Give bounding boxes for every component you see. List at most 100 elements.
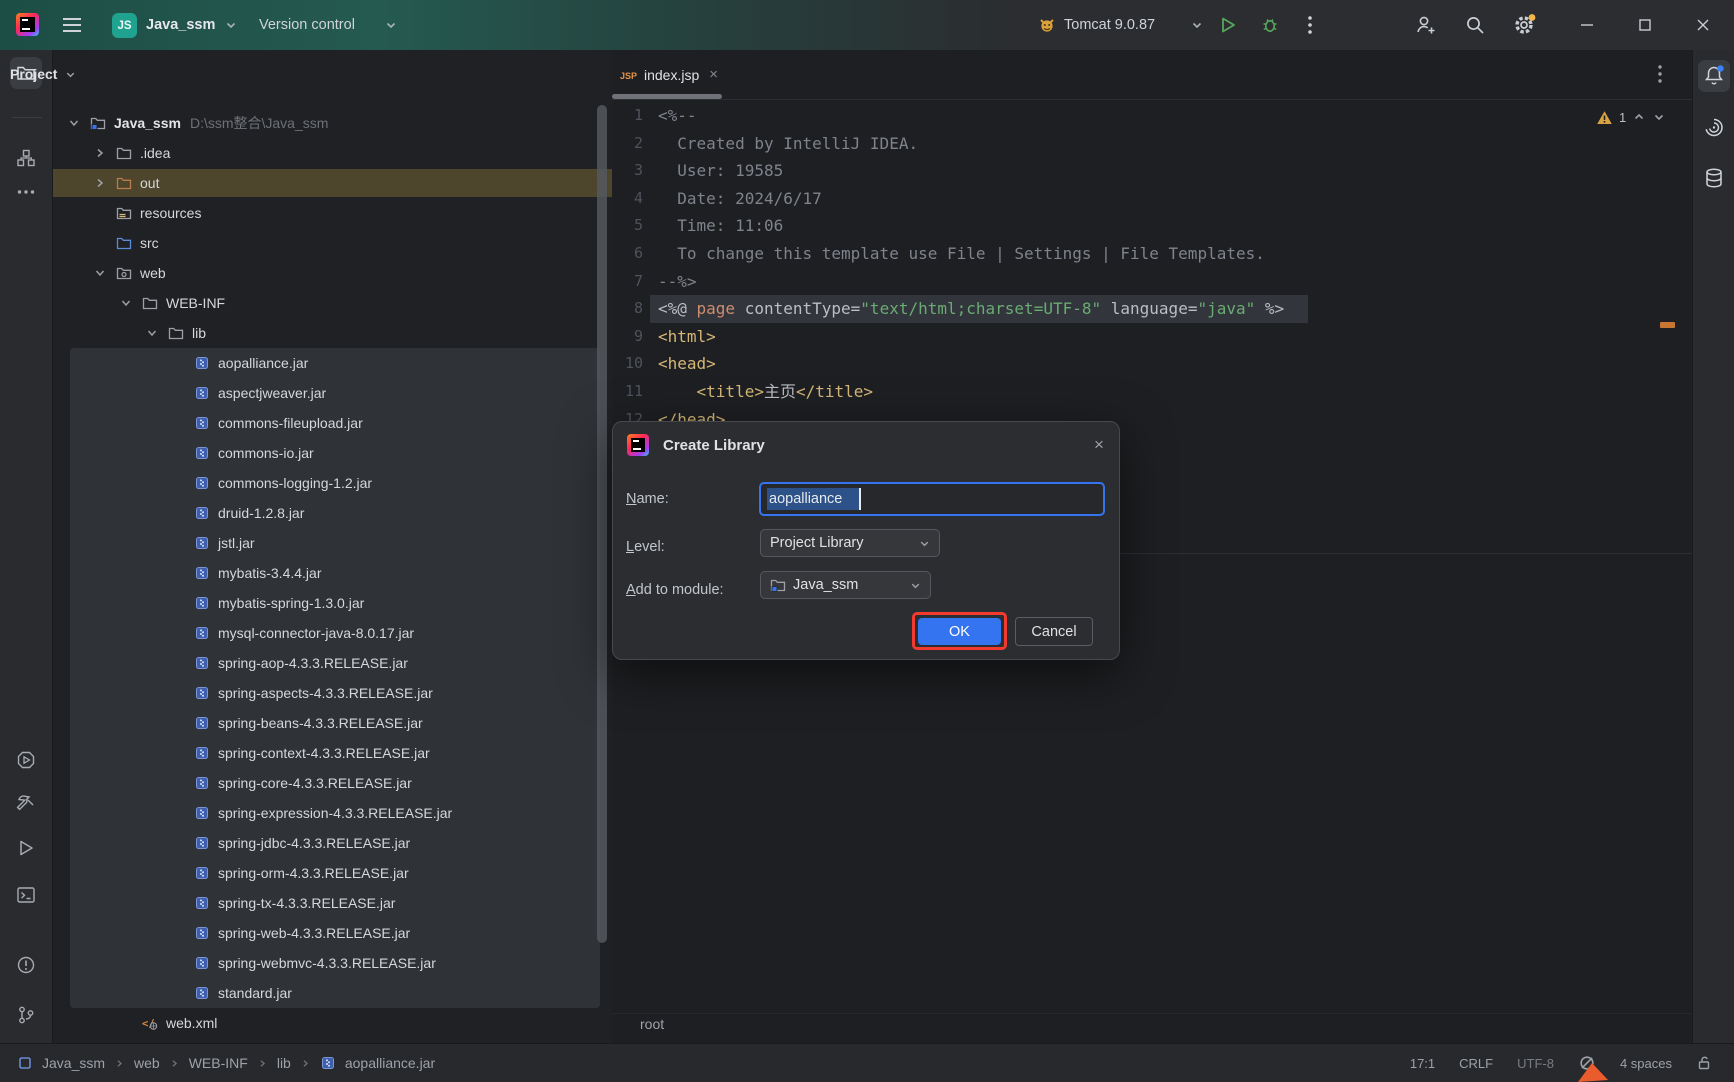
code-line-4[interactable]: Date: 2024/6/17 <box>658 185 822 213</box>
project-widget[interactable]: Java_ssm <box>146 0 215 50</box>
tree-row-spring-webmvc-4.3.3.RELEASE.jar[interactable]: spring-webmvc-4.3.3.RELEASE.jar <box>53 948 612 978</box>
tree-row-spring-aop-4.3.3.RELEASE.jar[interactable]: spring-aop-4.3.3.RELEASE.jar <box>53 648 612 678</box>
vcs-widget[interactable]: Version control <box>259 0 355 50</box>
status-breadcrumb-item[interactable]: Java_ssm <box>42 1055 105 1071</box>
tree-row-web.xml[interactable]: </web.xml <box>53 1008 612 1038</box>
maximize-button[interactable] <box>1622 0 1668 50</box>
tree-chevron-right-icon[interactable] <box>92 175 108 191</box>
tree-row-web[interactable]: web <box>53 258 612 288</box>
ai-tool-button[interactable] <box>1698 112 1730 144</box>
main-menu-button[interactable] <box>62 0 82 50</box>
tree-row-src[interactable]: src <box>53 228 612 258</box>
breadcrumb-root[interactable]: root <box>640 1016 664 1032</box>
module-dropdown[interactable]: Java_ssm <box>760 571 931 599</box>
caret-position-widget[interactable]: 17:1 <box>1410 1056 1435 1071</box>
tab-index-jsp[interactable]: JSP index.jsp × <box>612 50 726 99</box>
tree-row-.idea[interactable]: .idea <box>53 138 612 168</box>
code-line-9[interactable]: <html> <box>658 323 716 351</box>
tree-row-spring-beans-4.3.3.RELEASE.jar[interactable]: spring-beans-4.3.3.RELEASE.jar <box>53 708 612 738</box>
error-stripe-warning-mark[interactable] <box>1660 322 1675 328</box>
tree-row-commons-io.jar[interactable]: commons-io.jar <box>53 438 612 468</box>
tree-row-mybatis-3.4.4.jar[interactable]: mybatis-3.4.4.jar <box>53 558 612 588</box>
tree-row-spring-jdbc-4.3.3.RELEASE.jar[interactable]: spring-jdbc-4.3.3.RELEASE.jar <box>53 828 612 858</box>
settings-button[interactable] <box>1512 0 1536 50</box>
tree-row-spring-context-4.3.3.RELEASE.jar[interactable]: spring-context-4.3.3.RELEASE.jar <box>53 738 612 768</box>
git-tool-button[interactable] <box>10 999 42 1031</box>
search-everywhere-button[interactable] <box>1464 0 1486 50</box>
debug-button[interactable] <box>1260 0 1280 50</box>
tree-row-spring-tx-4.3.3.RELEASE.jar[interactable]: spring-tx-4.3.3.RELEASE.jar <box>53 888 612 918</box>
tree-row-spring-orm-4.3.3.RELEASE.jar[interactable]: spring-orm-4.3.3.RELEASE.jar <box>53 858 612 888</box>
status-breadcrumb-item[interactable]: WEB-INF <box>189 1055 248 1071</box>
problems-tool-button[interactable] <box>10 949 42 981</box>
tree-row-WEB-INF[interactable]: WEB-INF <box>53 288 612 318</box>
tree-row-spring-expression-4.3.3.RELEASE.jar[interactable]: spring-expression-4.3.3.RELEASE.jar <box>53 798 612 828</box>
code-line-3[interactable]: User: 19585 <box>658 157 783 185</box>
run-button[interactable] <box>1218 0 1238 50</box>
tab-close-icon[interactable]: × <box>709 66 718 83</box>
project-scrollbar-thumb[interactable] <box>597 105 607 943</box>
project-panel-header[interactable]: Project <box>10 53 77 95</box>
editor-options-button[interactable] <box>1648 60 1672 88</box>
indent-widget[interactable]: 4 spaces <box>1620 1056 1672 1071</box>
tree-row-spring-core-4.3.3.RELEASE.jar[interactable]: spring-core-4.3.3.RELEASE.jar <box>53 768 612 798</box>
status-breadcrumb-item[interactable]: web <box>134 1055 160 1071</box>
tree-row-lib[interactable]: lib <box>53 318 612 348</box>
unlock-icon[interactable] <box>1696 1054 1712 1072</box>
terminal-tool-button[interactable] <box>10 879 42 911</box>
tree-row-out[interactable]: out <box>53 168 612 198</box>
tree-row-druid-1.2.8.jar[interactable]: druid-1.2.8.jar <box>53 498 612 528</box>
code-line-11[interactable]: <title>主页</title> <box>658 378 873 406</box>
tree-row-standard.jar[interactable]: standard.jar <box>53 978 612 1008</box>
build-tool-button[interactable] <box>10 787 42 819</box>
code-line-10[interactable]: <head> <box>658 350 716 378</box>
library-name-input[interactable]: aopalliance <box>759 482 1105 516</box>
services-tool-button[interactable] <box>10 744 42 776</box>
code-line-5[interactable]: Time: 11:06 <box>658 212 783 240</box>
encoding-widget[interactable]: UTF-8 <box>1517 1056 1554 1071</box>
tree-row-jstl.jar[interactable]: jstl.jar <box>53 528 612 558</box>
code-line-1[interactable]: <%-- <box>658 102 697 130</box>
status-breadcrumb-item[interactable]: lib <box>277 1055 291 1071</box>
tree-chevron-down-icon[interactable] <box>118 295 134 311</box>
bell-tool-button[interactable] <box>1698 60 1730 92</box>
tree-row-spring-aspects-4.3.3.RELEASE.jar[interactable]: spring-aspects-4.3.3.RELEASE.jar <box>53 678 612 708</box>
more-actions-button[interactable] <box>1308 0 1312 50</box>
code-line-8[interactable]: <%@ page contentType="text/html;charset=… <box>658 295 1284 323</box>
tree-row-commons-logging-1.2.jar[interactable]: commons-logging-1.2.jar <box>53 468 612 498</box>
tree-row-mysql-connector-java-8.0.17.jar[interactable]: mysql-connector-java-8.0.17.jar <box>53 618 612 648</box>
tree-chevron-down-icon[interactable] <box>92 265 108 281</box>
run-config-chevron-icon[interactable] <box>1190 0 1204 50</box>
cancel-button[interactable]: Cancel <box>1015 617 1093 646</box>
run-configuration-widget[interactable]: Tomcat 9.0.87 <box>1064 0 1155 50</box>
tree-row-commons-fileupload.jar[interactable]: commons-fileupload.jar <box>53 408 612 438</box>
line-separator-widget[interactable]: CRLF <box>1459 1056 1493 1071</box>
run-tool-button[interactable] <box>10 832 42 864</box>
prev-problem-icon[interactable] <box>1632 110 1646 124</box>
tree-chevron-down-icon[interactable] <box>66 115 82 131</box>
code-with-me-button[interactable] <box>1414 0 1438 50</box>
structure-tool-button[interactable] <box>10 142 42 174</box>
close-window-button[interactable] <box>1680 0 1726 50</box>
level-dropdown[interactable]: Project Library <box>760 529 940 557</box>
next-problem-icon[interactable] <box>1652 110 1666 124</box>
vcs-widget-chevron-icon[interactable] <box>384 0 398 50</box>
tree-chevron-down-icon[interactable] <box>144 325 160 341</box>
project-icon-badge[interactable]: JS <box>112 13 137 38</box>
project-header-chevron-icon[interactable] <box>64 68 77 81</box>
intellij-logo-icon[interactable] <box>16 13 39 36</box>
database-tool-button[interactable] <box>1698 162 1730 194</box>
tree-row-spring-web-4.3.3.RELEASE.jar[interactable]: spring-web-4.3.3.RELEASE.jar <box>53 918 612 948</box>
tree-row-aopalliance.jar[interactable]: aopalliance.jar <box>53 348 612 378</box>
inspections-widget[interactable]: 1 <box>1596 106 1666 128</box>
status-breadcrumb-item[interactable]: aopalliance.jar <box>345 1055 435 1071</box>
code-line-7[interactable]: --%> <box>658 268 697 296</box>
tree-row-resources[interactable]: resources <box>53 198 612 228</box>
more-tool-button[interactable] <box>10 176 42 208</box>
tree-chevron-right-icon[interactable] <box>92 145 108 161</box>
project-widget-chevron-icon[interactable] <box>224 0 238 50</box>
tree-row-mybatis-spring-1.3.0.jar[interactable]: mybatis-spring-1.3.0.jar <box>53 588 612 618</box>
tree-row-Java_ssm[interactable]: Java_ssmD:\ssm整合\Java_ssm <box>53 108 612 138</box>
code-line-6[interactable]: To change this template use File | Setti… <box>658 240 1265 268</box>
ok-button[interactable]: OK <box>918 618 1001 645</box>
